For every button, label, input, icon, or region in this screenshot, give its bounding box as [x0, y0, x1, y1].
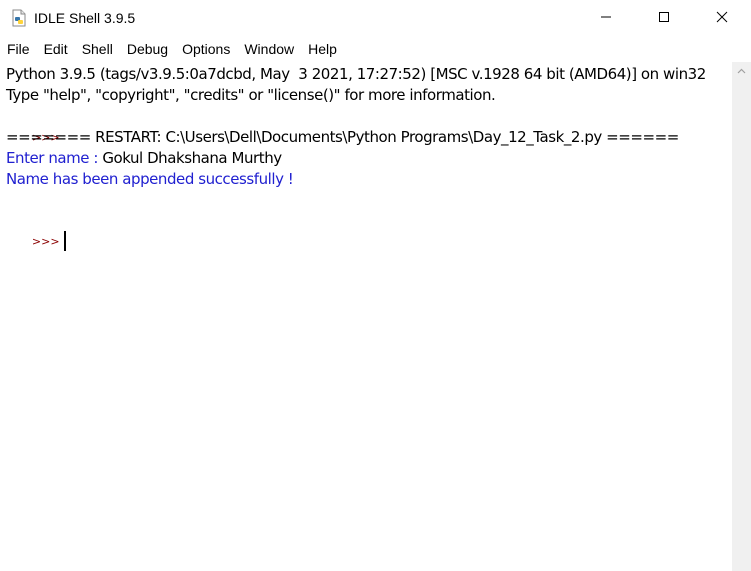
window-title: IDLE Shell 3.9.5 [34, 10, 136, 26]
menu-help[interactable]: Help [301, 39, 344, 59]
vertical-scrollbar[interactable] [732, 62, 751, 571]
maximize-icon [659, 12, 669, 22]
menu-file[interactable]: File [0, 39, 37, 59]
minimize-icon [601, 16, 611, 18]
menu-bar: File Edit Shell Debug Options Window Hel… [0, 38, 751, 60]
input-line: Enter name : Gokul Dhakshana Murthy [6, 148, 282, 168]
python-file-icon [12, 9, 26, 27]
chevron-up-icon [737, 68, 746, 74]
idle-shell-window: IDLE Shell 3.9.5 File Edit Shell Debug O… [0, 0, 751, 571]
title-bar[interactable]: IDLE Shell 3.9.5 [0, 0, 751, 36]
menu-debug[interactable]: Debug [120, 39, 175, 59]
text-cursor [63, 230, 66, 251]
menu-window[interactable]: Window [237, 39, 301, 59]
maximize-button[interactable] [641, 0, 687, 34]
close-icon [716, 11, 728, 23]
restart-line: ======= RESTART: C:\Users\Dell\Documents… [6, 128, 679, 146]
banner-line-2: Type "help", "copyright", "credits" or "… [6, 86, 496, 104]
close-button[interactable] [699, 0, 745, 34]
input-value: Gokul Dhakshana Murthy [102, 149, 282, 167]
shell-prompt-2[interactable]: >>> [6, 210, 66, 272]
menu-edit[interactable]: Edit [37, 39, 75, 59]
menu-shell[interactable]: Shell [75, 39, 120, 59]
input-prompt: Enter name : [6, 149, 103, 167]
scroll-up-button[interactable] [732, 62, 751, 80]
minimize-button[interactable] [583, 0, 629, 34]
result-line: Name has been appended successfully ! [6, 170, 294, 188]
banner-line-1: Python 3.9.5 (tags/v3.9.5:0a7dcbd, May 3… [6, 65, 706, 83]
menu-options[interactable]: Options [175, 39, 237, 59]
prompt-text: >>> [31, 235, 60, 248]
shell-text-area[interactable]: Python 3.9.5 (tags/v3.9.5:0a7dcbd, May 3… [0, 62, 732, 571]
